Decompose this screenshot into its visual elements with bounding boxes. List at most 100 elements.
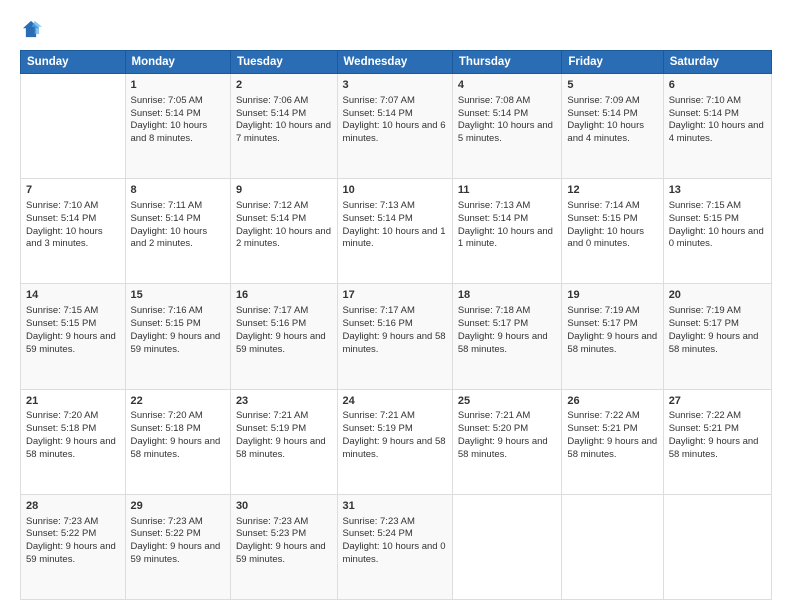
daylight-text: Daylight: 9 hours and 59 minutes.	[131, 541, 225, 567]
calendar-week-row: 14Sunrise: 7:15 AMSunset: 5:15 PMDayligh…	[21, 284, 772, 389]
logo	[20, 18, 46, 40]
day-number: 7	[26, 183, 120, 198]
calendar-cell: 14Sunrise: 7:15 AMSunset: 5:15 PMDayligh…	[21, 284, 126, 389]
sunrise-text: Sunrise: 7:20 AM	[131, 410, 225, 423]
day-number: 26	[567, 394, 657, 409]
sunset-text: Sunset: 5:14 PM	[343, 108, 447, 121]
day-number: 15	[131, 288, 225, 303]
calendar-cell: 12 Sunrise: 7:14 AMSunset: 5:15 PMDayligh…	[562, 179, 663, 284]
header-row: SundayMondayTuesdayWednesdayThursdayFrid…	[21, 51, 772, 74]
sunset-text: Sunset: 5:18 PM	[26, 423, 120, 436]
day-number: 19	[567, 288, 657, 303]
day-number: 8	[131, 183, 225, 198]
sunset-text: Sunset: 5:14 PM	[131, 213, 225, 226]
daylight-text: Daylight: 10 hours and 4 minutes.	[669, 120, 766, 146]
sunrise-text: Sunrise: 7:21 AM	[343, 410, 447, 423]
calendar-cell: 27Sunrise: 7:22 AMSunset: 5:21 PMDayligh…	[663, 389, 771, 494]
daylight-text: Daylight: 10 hours and 0 minutes.	[669, 226, 766, 252]
day-number: 3	[343, 78, 447, 93]
calendar-cell: 21Sunrise: 7:20 AMSunset: 5:18 PMDayligh…	[21, 389, 126, 494]
calendar-cell: 25Sunrise: 7:21 AMSunset: 5:20 PMDayligh…	[452, 389, 562, 494]
day-number: 30	[236, 499, 332, 514]
daylight-text: Daylight: 9 hours and 59 minutes.	[236, 331, 332, 357]
day-number: 29	[131, 499, 225, 514]
sunset-text: Sunset: 5:24 PM	[343, 528, 447, 541]
calendar-cell	[663, 494, 771, 599]
calendar-cell: 30Sunrise: 7:23 AMSunset: 5:23 PMDayligh…	[230, 494, 337, 599]
calendar-cell: 2Sunrise: 7:06 AMSunset: 5:14 PMDaylight…	[230, 74, 337, 179]
calendar-week-row: 21Sunrise: 7:20 AMSunset: 5:18 PMDayligh…	[21, 389, 772, 494]
day-number: 4	[458, 78, 557, 93]
sunrise-text: Sunrise: 7:16 AM	[131, 305, 225, 318]
calendar-cell: 7Sunrise: 7:10 AMSunset: 5:14 PMDaylight…	[21, 179, 126, 284]
sunset-text: Sunset: 5:14 PM	[567, 108, 657, 121]
calendar-cell	[452, 494, 562, 599]
calendar-cell	[562, 494, 663, 599]
daylight-text: Daylight: 10 hours and 4 minutes.	[567, 120, 657, 146]
daylight-text: Daylight: 10 hours and 1 minute.	[458, 226, 557, 252]
sunrise-text: Sunrise: 7:08 AM	[458, 95, 557, 108]
sunset-text: Sunset: 5:14 PM	[458, 108, 557, 121]
day-number: 2	[236, 78, 332, 93]
sunset-text: Sunset: 5:19 PM	[236, 423, 332, 436]
day-number: 27	[669, 394, 766, 409]
sunset-text: Sunset: 5:14 PM	[26, 213, 120, 226]
daylight-text: Daylight: 9 hours and 58 minutes.	[131, 436, 225, 462]
calendar-cell: 3Sunrise: 7:07 AMSunset: 5:14 PMDaylight…	[337, 74, 452, 179]
weekday-header: Thursday	[452, 51, 562, 74]
weekday-header: Wednesday	[337, 51, 452, 74]
sunrise-text: Sunrise: 7:13 AM	[343, 200, 447, 213]
sunrise-text: Sunrise: 7:22 AM	[567, 410, 657, 423]
day-number: 31	[343, 499, 447, 514]
daylight-text: Daylight: 9 hours and 58 minutes.	[458, 331, 557, 357]
day-number: 16	[236, 288, 332, 303]
weekday-header: Saturday	[663, 51, 771, 74]
sunset-text: Sunset: 5:17 PM	[669, 318, 766, 331]
day-number: 1	[131, 78, 225, 93]
sunrise-text: Sunrise: 7:20 AM	[26, 410, 120, 423]
calendar-cell: 23Sunrise: 7:21 AMSunset: 5:19 PMDayligh…	[230, 389, 337, 494]
sunset-text: Sunset: 5:14 PM	[131, 108, 225, 121]
calendar-cell: 28Sunrise: 7:23 AMSunset: 5:22 PMDayligh…	[21, 494, 126, 599]
weekday-header: Sunday	[21, 51, 126, 74]
sunrise-text: Sunrise: 7:13 AM	[458, 200, 557, 213]
sunrise-text: Sunrise: 7:18 AM	[458, 305, 557, 318]
daylight-text: Daylight: 9 hours and 58 minutes.	[567, 436, 657, 462]
day-number: 11	[458, 183, 557, 198]
calendar-cell	[21, 74, 126, 179]
calendar-cell: 24Sunrise: 7:21 AMSunset: 5:19 PMDayligh…	[337, 389, 452, 494]
day-number: 22	[131, 394, 225, 409]
sunrise-text: Sunrise: 7:21 AM	[236, 410, 332, 423]
daylight-text: Daylight: 9 hours and 59 minutes.	[236, 541, 332, 567]
weekday-header: Tuesday	[230, 51, 337, 74]
day-number: 17	[343, 288, 447, 303]
sunrise-text: Sunrise: 7:10 AM	[26, 200, 120, 213]
weekday-header: Friday	[562, 51, 663, 74]
sunrise-text: Sunrise: 7:23 AM	[26, 516, 120, 529]
day-number: 6	[669, 78, 766, 93]
daylight-text: Daylight: 9 hours and 58 minutes.	[669, 331, 766, 357]
sunset-text: Sunset: 5:15 PM	[669, 213, 766, 226]
sunrise-text: Sunrise: 7:17 AM	[343, 305, 447, 318]
sunrise-text: Sunrise: 7:21 AM	[458, 410, 557, 423]
sunset-text: Sunset: 5:15 PM	[26, 318, 120, 331]
sunrise-text: Sunrise: 7:23 AM	[343, 516, 447, 529]
daylight-text: Daylight: 10 hours and 6 minutes.	[343, 120, 447, 146]
sunset-text: Sunset: 5:15 PM	[567, 213, 657, 226]
day-number: 12	[567, 183, 657, 198]
sunset-text: Sunset: 5:18 PM	[131, 423, 225, 436]
daylight-text: Daylight: 9 hours and 58 minutes.	[567, 331, 657, 357]
day-number: 13	[669, 183, 766, 198]
daylight-text: Daylight: 9 hours and 58 minutes.	[458, 436, 557, 462]
day-number: 9	[236, 183, 332, 198]
sunrise-text: Sunrise: 7:23 AM	[236, 516, 332, 529]
daylight-text: Daylight: 10 hours and 0 minutes.	[343, 541, 447, 567]
day-number: 14	[26, 288, 120, 303]
day-number: 18	[458, 288, 557, 303]
sunrise-text: Sunrise: 7:14 AM	[567, 200, 657, 213]
calendar-cell: 10Sunrise: 7:13 AMSunset: 5:14 PMDayligh…	[337, 179, 452, 284]
daylight-text: Daylight: 9 hours and 59 minutes.	[131, 331, 225, 357]
sunrise-text: Sunrise: 7:10 AM	[669, 95, 766, 108]
page: SundayMondayTuesdayWednesdayThursdayFrid…	[0, 0, 792, 612]
daylight-text: Daylight: 10 hours and 0 minutes.	[567, 226, 657, 252]
